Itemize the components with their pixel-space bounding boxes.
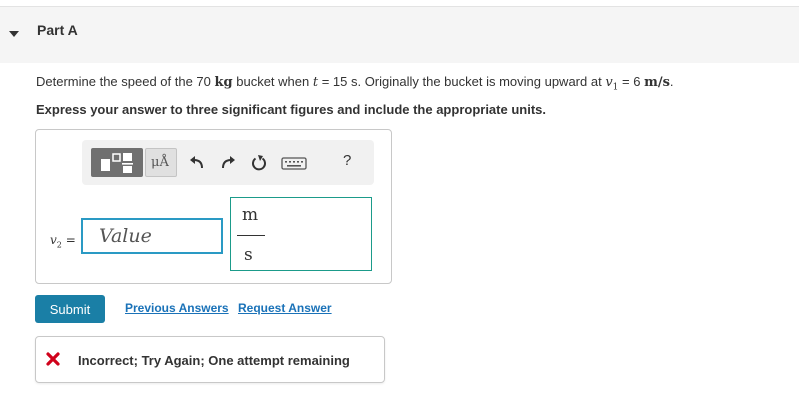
unit-numerator: m [242, 205, 259, 225]
keyboard-icon[interactable] [281, 153, 307, 173]
question-text: Determine the speed of the 70 kg bucket … [36, 74, 674, 93]
answer-equals: = [61, 233, 76, 247]
answer-variable-label: v2 = [50, 233, 76, 249]
question-text-b: bucket when [232, 74, 313, 89]
collapse-triangle-icon[interactable] [9, 31, 19, 37]
feedback-text: Incorrect; Try Again; One attempt remain… [78, 353, 350, 368]
unit-fraction-bar [237, 235, 265, 236]
value-input[interactable]: Value [81, 218, 223, 254]
answer-variable: v [50, 233, 57, 247]
velocity-variable: v [605, 75, 613, 90]
help-button[interactable]: ? [343, 152, 351, 169]
velocity-unit: m/s [644, 75, 670, 90]
part-header[interactable]: Part A [0, 7, 799, 63]
reset-icon[interactable] [249, 153, 269, 173]
units-input[interactable]: m s [230, 197, 372, 271]
units-button-label: μÅ [151, 155, 169, 170]
redo-icon[interactable] [218, 153, 238, 173]
unit-denominator: s [244, 245, 253, 265]
units-button[interactable]: μÅ [145, 148, 177, 177]
request-answer-link[interactable]: Request Answer [238, 301, 332, 315]
question-text-d: = 6 [618, 74, 645, 89]
feedback-message: Incorrect; Try Again; One attempt remain… [35, 336, 385, 383]
answer-box: μÅ ? v2 = Value m s [35, 129, 392, 284]
answer-instructions: Express your answer to three significant… [36, 102, 546, 117]
previous-answers-link[interactable]: Previous Answers [125, 301, 229, 315]
templates-button[interactable] [91, 148, 143, 177]
templates-icon [101, 153, 133, 173]
question-text-c: = 15 s. Originally the bucket is moving … [318, 74, 606, 89]
question-text-e: . [669, 74, 674, 89]
incorrect-x-icon [46, 352, 60, 366]
question-text-a: Determine the speed of the 70 [36, 74, 215, 89]
undo-icon[interactable] [187, 153, 207, 173]
mass-unit: kg [214, 75, 233, 90]
submit-button[interactable]: Submit [35, 295, 105, 323]
math-toolbar: μÅ ? [82, 140, 374, 185]
part-title: Part A [37, 22, 78, 38]
